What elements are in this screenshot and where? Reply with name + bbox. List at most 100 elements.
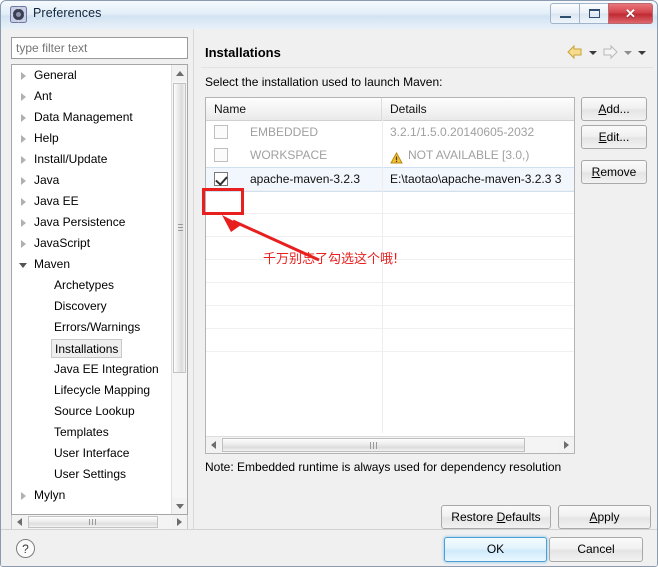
- pane-divider: [193, 29, 194, 529]
- row-name: apache-maven-3.2.3: [250, 172, 361, 186]
- sidebar-item-help[interactable]: Help: [12, 128, 172, 149]
- table-row[interactable]: EMBEDDED 3.2.1/1.5.0.20140605-2032: [206, 121, 574, 144]
- sidebar-item-installations[interactable]: Installations: [12, 338, 172, 359]
- chevron-right-icon[interactable]: [21, 93, 26, 101]
- note-text: Note: Embedded runtime is always used fo…: [205, 460, 562, 474]
- view-menu-chevron-down-icon[interactable]: [636, 45, 647, 59]
- sidebar-item-label: Java Persistence: [34, 215, 126, 229]
- remove-button[interactable]: Remove: [581, 160, 647, 184]
- sidebar-item-discovery[interactable]: Discovery: [12, 296, 172, 317]
- column-separator: [382, 120, 383, 433]
- annotation-text: 千万别忘了勾选这个哦!: [263, 252, 399, 267]
- scroll-left-arrow-icon[interactable]: [12, 515, 27, 529]
- sidebar-item-label: Java EE Integration: [54, 362, 159, 376]
- sidebar-item-templates[interactable]: Templates: [12, 422, 172, 443]
- apply-button[interactable]: Apply: [558, 505, 651, 529]
- minimize-button[interactable]: [550, 3, 579, 24]
- sidebar-item-user-interface[interactable]: User Interface: [12, 443, 172, 464]
- sidebar-item-javascript[interactable]: JavaScript: [12, 233, 172, 254]
- column-header-details[interactable]: Details: [382, 98, 574, 120]
- window-title: Preferences: [33, 6, 102, 20]
- chevron-right-icon[interactable]: [21, 219, 26, 227]
- back-arrow-icon[interactable]: [566, 44, 584, 60]
- ok-button[interactable]: OK: [444, 537, 547, 562]
- filter-input[interactable]: [11, 37, 188, 59]
- sidebar-item-source-lookup[interactable]: Source Lookup: [12, 401, 172, 422]
- preferences-gear-icon: [10, 6, 27, 23]
- sidebar-item-label: Java: [34, 173, 60, 187]
- tree-scrollbar-thumb[interactable]: [173, 83, 186, 373]
- chevron-right-icon[interactable]: [21, 72, 26, 80]
- sidebar-item-label: JavaScript: [34, 236, 91, 250]
- sidebar-item-maven[interactable]: Maven: [12, 254, 172, 275]
- sidebar-item-user-settings[interactable]: User Settings: [12, 464, 172, 485]
- tree-hscrollbar-thumb[interactable]: [28, 516, 158, 528]
- preferences-tree[interactable]: General Ant Data Management Help Install/Upd…: [11, 64, 188, 515]
- installations-table[interactable]: Name Details EMBEDDED 3.2.1/1.5.0.2014060…: [205, 97, 575, 454]
- chevron-right-icon[interactable]: [21, 198, 26, 206]
- help-question-icon[interactable]: ?: [15, 538, 36, 559]
- sidebar-item-java-ee[interactable]: Java EE: [12, 191, 172, 212]
- chevron-right-icon[interactable]: [21, 135, 26, 143]
- title-divider: [201, 67, 653, 68]
- chevron-right-icon[interactable]: [21, 492, 26, 500]
- scroll-up-arrow-icon[interactable]: [172, 65, 187, 81]
- sidebar-item-lifecycle-mapping[interactable]: Lifecycle Mapping: [12, 380, 172, 401]
- sidebar-item-java[interactable]: Java: [12, 170, 172, 191]
- sidebar-item-java-persistence[interactable]: Java Persistence: [12, 212, 172, 233]
- page-navigation: [566, 44, 647, 60]
- tree-vertical-scrollbar[interactable]: [171, 65, 187, 514]
- edit-button[interactable]: Edit...: [581, 125, 647, 149]
- back-history-chevron-down-icon[interactable]: [587, 45, 598, 59]
- table-horizontal-scrollbar[interactable]: [206, 436, 574, 453]
- sidebar-item-errors-warnings[interactable]: Errors/Warnings: [12, 317, 172, 338]
- cancel-label: Cancel: [577, 542, 615, 556]
- close-icon: ✕: [625, 6, 636, 21]
- sidebar-item-label: User Interface: [54, 446, 130, 460]
- sidebar-item-mylyn[interactable]: Mylyn: [12, 485, 172, 506]
- row-checkbox[interactable]: [214, 125, 228, 139]
- sidebar-item-label: Ant: [34, 89, 53, 103]
- close-button[interactable]: ✕: [608, 3, 653, 24]
- row-checkbox[interactable]: [214, 148, 228, 162]
- dialog-footer: ? OK Cancel: [1, 530, 657, 566]
- sidebar-item-data-management[interactable]: Data Management: [12, 107, 172, 128]
- row-details: E:\taotao\apache-maven-3.2.3 3: [390, 172, 562, 186]
- ok-label: OK: [486, 542, 505, 556]
- forward-arrow-icon: [601, 44, 619, 60]
- column-header-name[interactable]: Name: [206, 98, 382, 120]
- chevron-right-icon[interactable]: [21, 240, 26, 248]
- window-controls: ✕: [550, 3, 653, 24]
- add-button[interactable]: Add...: [581, 97, 647, 121]
- table-hscrollbar-thumb[interactable]: [222, 438, 525, 452]
- cancel-button[interactable]: Cancel: [549, 537, 643, 562]
- maximize-button[interactable]: [579, 3, 608, 24]
- table-header: Name Details: [206, 98, 574, 121]
- sidebar-item-label: Templates: [54, 425, 109, 439]
- restore-defaults-button[interactable]: Restore Defaults: [441, 505, 551, 529]
- scroll-right-arrow-icon[interactable]: [172, 515, 187, 529]
- table-scroll-right-arrow-icon[interactable]: [559, 437, 574, 453]
- table-grid-line: [206, 236, 574, 237]
- sidebar-item-install-update[interactable]: Install/Update: [12, 149, 172, 170]
- chevron-right-icon[interactable]: [21, 156, 26, 164]
- sidebar-item-ant[interactable]: Ant: [12, 86, 172, 107]
- sidebar-item-java-ee-integration[interactable]: Java EE Integration: [12, 359, 172, 380]
- scroll-down-arrow-icon[interactable]: [172, 498, 187, 514]
- table-row[interactable]: WORKSPACE NOT AVAILABLE [3.0,): [206, 144, 574, 167]
- table-row[interactable]: apache-maven-3.2.3 E:\taotao\apache-maven…: [206, 167, 574, 192]
- sidebar-item-archetypes[interactable]: Archetypes: [12, 275, 172, 296]
- table-scroll-left-arrow-icon[interactable]: [206, 437, 221, 453]
- sidebar-item-label: Installations: [51, 339, 123, 358]
- apply-label: Apply: [589, 510, 620, 524]
- restore-defaults-label: Restore Defaults: [451, 510, 541, 524]
- sidebar-item-general[interactable]: General: [12, 65, 172, 86]
- row-details: NOT AVAILABLE [3.0,): [408, 148, 530, 162]
- chevron-right-icon[interactable]: [21, 114, 26, 122]
- sidebar-item-label: Lifecycle Mapping: [54, 383, 151, 397]
- sidebar-item-label: Source Lookup: [54, 404, 135, 418]
- chevron-right-icon[interactable]: [21, 177, 26, 185]
- row-checkbox[interactable]: [214, 172, 228, 186]
- chevron-down-icon[interactable]: [19, 263, 27, 268]
- maximize-icon: [589, 9, 600, 18]
